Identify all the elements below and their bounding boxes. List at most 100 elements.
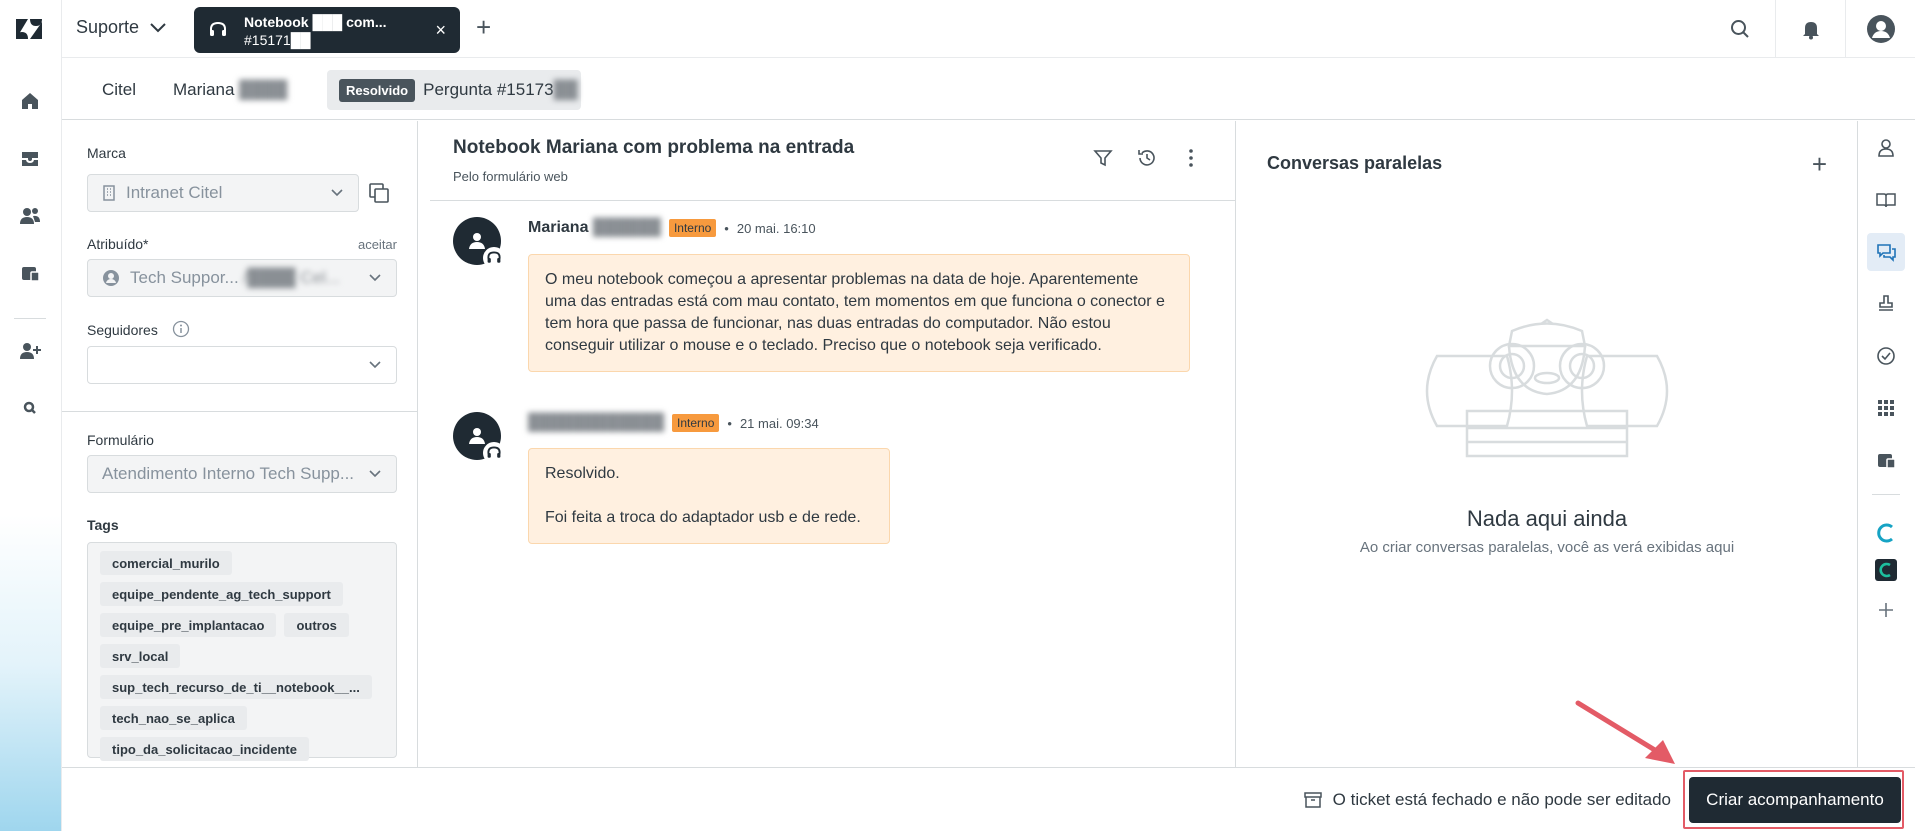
assignee-label: Atribuído* [87, 236, 149, 252]
chevron-down-icon [369, 361, 381, 369]
tag-item: sup_tech_recurso_de_ti__notebook__... [100, 675, 372, 699]
app-c-dark-icon[interactable] [1867, 551, 1905, 589]
agent-headset-icon [483, 442, 505, 464]
archive-box-icon [1303, 792, 1322, 808]
ticket-suffix-redacted: ██ [553, 80, 578, 99]
nav-divider [14, 318, 46, 319]
tag-item: tipo_da_solicitacao_incidente [100, 737, 309, 761]
conversation-actions [1092, 147, 1202, 174]
tag-item: tech_nao_se_aplica [100, 706, 247, 730]
dot-separator: • [727, 415, 732, 431]
tag-item: srv_local [100, 644, 181, 668]
brand-label: Marca [87, 145, 126, 161]
chevron-down-icon [331, 189, 343, 197]
building-icon [103, 185, 115, 201]
create-follow-up-button[interactable]: Criar acompanhamento [1689, 777, 1901, 823]
left-nav [0, 0, 62, 831]
add-side-conversation-icon[interactable]: + [1812, 149, 1827, 180]
more-options-icon[interactable] [1180, 147, 1202, 174]
assignee-select[interactable]: Tech Suppor... /████ Cel... [87, 259, 397, 297]
closed-message-text: O ticket está fechado e não pode ser edi… [1332, 790, 1671, 809]
assignee-value: Tech Suppor... [130, 268, 239, 287]
add-app-icon[interactable] [1867, 591, 1905, 629]
breadcrumb-requester[interactable]: Mariana ████ [173, 80, 287, 100]
history-icon[interactable] [1136, 147, 1158, 174]
close-tab-icon[interactable]: × [435, 20, 446, 41]
message-time[interactable]: 20 mai. 16:10 [737, 221, 816, 236]
followers-select[interactable] [87, 346, 397, 384]
message-author-redacted[interactable]: ████████████ [528, 414, 664, 432]
notifications-bell-icon[interactable] [1775, 0, 1845, 58]
rail-divider [1872, 494, 1900, 495]
ticket-channel: Pelo formulário web [453, 169, 568, 184]
product-switcher[interactable]: Suporte [76, 17, 167, 38]
brand-value: Intranet Citel [126, 183, 223, 202]
user-profile-icon[interactable] [1867, 129, 1905, 167]
stamp-macro-icon[interactable] [1867, 285, 1905, 323]
empty-state-subtitle: Ao criar conversas paralelas, você as ve… [1359, 539, 1735, 556]
ticket-tab-title: Notebook ███ com... [244, 14, 387, 30]
add-tab-icon[interactable]: + [476, 14, 491, 40]
message-time[interactable]: 21 mai. 09:34 [740, 416, 819, 431]
accept-link[interactable]: aceitar [358, 237, 397, 252]
add-user-icon[interactable] [16, 337, 44, 365]
apps-grid-icon[interactable] [1867, 389, 1905, 427]
organization-card-icon[interactable] [1867, 441, 1905, 479]
message-author[interactable]: Mariana ██████ [528, 219, 661, 237]
message-line: Resolvido. [545, 465, 620, 482]
product-label: Suporte [76, 17, 140, 37]
requester-last-name-redacted: ████ [239, 80, 288, 99]
context-panel-rail [1857, 121, 1915, 767]
knowledge-book-icon[interactable] [1867, 181, 1905, 219]
tag-item: comercial_murilo [100, 551, 232, 575]
closed-ticket-notice: O ticket está fechado e não pode ser edi… [1303, 790, 1671, 810]
avatar[interactable] [453, 412, 505, 464]
tag-item: equipe_pre_implantacao [100, 613, 277, 637]
info-icon[interactable] [172, 320, 190, 343]
brand-select[interactable]: Intranet Citel [87, 174, 359, 212]
side-conversations-icon[interactable] [1867, 233, 1905, 271]
annotation-arrow-icon [1575, 700, 1675, 764]
customers-icon[interactable] [16, 202, 44, 230]
breadcrumb: Citel Mariana ████ Resolvido Pergunta #1… [62, 58, 1915, 120]
ticket-tab[interactable]: Notebook ███ com... #15171██ × [194, 7, 460, 53]
tag-item: outros [284, 613, 349, 637]
home-icon[interactable] [16, 87, 44, 115]
breadcrumb-ticket[interactable]: Resolvido Pergunta #15173 ██ [327, 70, 581, 110]
search-icon[interactable] [1705, 0, 1775, 58]
status-badge: Resolvido [339, 78, 416, 102]
empty-state-binoculars-illustration [1425, 318, 1669, 458]
avatar[interactable] [453, 217, 505, 269]
internal-badge: Interno [668, 219, 717, 237]
empty-state-title: Nada aqui ainda [1466, 506, 1628, 531]
tags-field[interactable]: comercial_murilo equipe_pendente_ag_tech… [87, 542, 397, 761]
search-small-icon[interactable] [16, 394, 44, 422]
chevron-down-icon [369, 470, 381, 478]
message-meta: ████████████ Interno • 21 mai. 09:34 [528, 414, 819, 432]
breadcrumb-organization[interactable]: Citel [102, 80, 136, 100]
copy-icon[interactable] [367, 181, 391, 210]
conversation-header: Notebook Mariana com problema na entrada… [430, 121, 1236, 201]
views-inbox-icon[interactable] [16, 145, 44, 173]
organizations-icon[interactable] [16, 259, 44, 287]
zendesk-logo-icon[interactable] [14, 16, 44, 42]
requester-first-name: Mariana [173, 80, 235, 99]
message-body: Resolvido. Foi feita a troca do adaptado… [528, 448, 890, 544]
person-icon [103, 270, 119, 286]
tag-item: equipe_pendente_ag_tech_support [100, 582, 343, 606]
headset-icon [210, 21, 226, 36]
chevron-down-icon [369, 274, 381, 282]
check-circle-icon[interactable] [1867, 337, 1905, 375]
chevron-down-icon [150, 22, 166, 32]
filter-icon[interactable] [1092, 147, 1114, 174]
app-c-icon[interactable] [1867, 514, 1905, 552]
user-avatar-icon[interactable] [1845, 0, 1915, 58]
message-body: O meu notebook começou a apresentar prob… [528, 254, 1190, 372]
agent-headset-icon [483, 247, 505, 269]
top-bar: Suporte Notebook ███ com... #15171██ × + [62, 0, 1915, 58]
assignee-group-redacted: /████ Cel... [242, 268, 340, 287]
message-item: ████████████ Interno • 21 mai. 09:34 Res… [453, 412, 1213, 562]
ticket-subject: Notebook Mariana com problema na entrada [453, 137, 855, 158]
highlight-box: Criar acompanhamento [1683, 770, 1904, 829]
form-select[interactable]: Atendimento Interno Tech Supp... [87, 455, 397, 493]
